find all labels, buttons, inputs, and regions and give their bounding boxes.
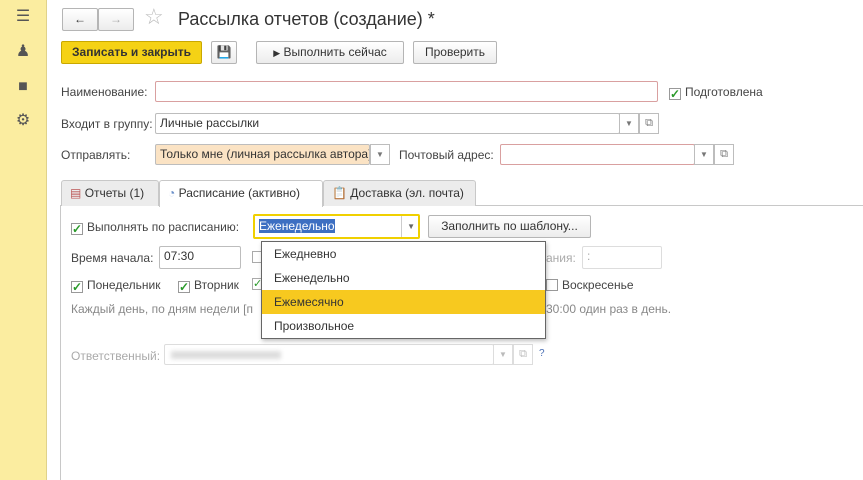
- sidebar: ☰ ♟ ■ ⚙: [0, 0, 47, 480]
- prepared-checkbox[interactable]: ✓ Подготовлена: [669, 85, 763, 100]
- checkbox-icon: [546, 279, 558, 291]
- tab-label: Доставка (эл. почта): [350, 186, 464, 200]
- tab-reports[interactable]: ▤ Отчеты (1): [61, 180, 159, 206]
- period-dropdown: Ежедневно Еженедельно Ежемесячно Произво…: [261, 241, 546, 339]
- schedule-summary: Каждый день, по дням недели [п: [71, 302, 253, 316]
- users-icon[interactable]: ♟: [14, 43, 32, 61]
- open-icon[interactable]: ⧉: [714, 144, 734, 165]
- run-schedule-label: Выполнять по расписанию:: [87, 220, 240, 234]
- run-schedule-checkbox[interactable]: ✓ Выполнять по расписанию:: [71, 220, 239, 235]
- floppy-icon: 💾: [216, 45, 232, 59]
- forward-button[interactable]: →: [98, 8, 134, 31]
- name-input[interactable]: [155, 81, 658, 102]
- tuesday-checkbox[interactable]: ✓ Вторник: [178, 278, 239, 293]
- check-icon: ✓: [178, 280, 190, 294]
- run-now-label: Выполнить сейчас: [283, 45, 387, 59]
- responsible-label: Ответственный:: [71, 349, 161, 363]
- prepared-label: Подготовлена: [685, 85, 763, 99]
- email-input[interactable]: [500, 144, 695, 165]
- dropdown-option[interactable]: Ежедневно: [262, 242, 545, 266]
- group-input[interactable]: Личные рассылки: [155, 113, 620, 134]
- end-label: ания:: [546, 251, 576, 265]
- play-icon: ▶: [273, 48, 281, 58]
- briefcase-icon[interactable]: ■: [14, 78, 32, 96]
- dropdown-option-highlighted[interactable]: Ежемесячно: [262, 290, 545, 314]
- day-label: Вторник: [194, 278, 239, 292]
- dropdown-option[interactable]: Еженедельно: [262, 266, 545, 290]
- back-button[interactable]: ←: [62, 8, 98, 31]
- group-label: Входит в группу:: [61, 117, 153, 131]
- chevron-down-icon[interactable]: ▼: [370, 144, 390, 165]
- chevron-down-icon[interactable]: ▼: [401, 216, 415, 237]
- open-icon[interactable]: ⧉: [513, 344, 533, 365]
- period-value: Еженедельно: [259, 219, 335, 233]
- period-select[interactable]: Еженедельно ▼: [253, 214, 420, 239]
- name-label: Наименование:: [61, 85, 148, 99]
- fill-template-button[interactable]: Заполнить по шаблону...: [428, 215, 591, 238]
- save-close-button[interactable]: Записать и закрыть: [61, 41, 202, 64]
- gear-icon[interactable]: ⚙: [14, 112, 32, 130]
- dropdown-option[interactable]: Произвольное: [262, 314, 545, 338]
- chevron-down-icon[interactable]: ▼: [619, 113, 639, 134]
- help-link[interactable]: ?: [539, 348, 545, 359]
- tab-schedule[interactable]: ◔ Расписание (активно): [159, 180, 323, 207]
- start-time-input[interactable]: 07:30: [159, 246, 241, 269]
- schedule-summary-tail: 30:00 один раз в день.: [546, 302, 672, 316]
- day-label: Понедельник: [87, 278, 161, 292]
- tab-label: Расписание (активно): [178, 186, 301, 200]
- check-icon: ✓: [71, 280, 83, 294]
- sunday-checkbox[interactable]: Воскресенье: [546, 278, 634, 292]
- open-icon[interactable]: ⧉: [639, 113, 659, 134]
- run-now-button[interactable]: ▶ Выполнить сейчас: [256, 41, 404, 64]
- clock-icon: ◔: [168, 186, 176, 200]
- tab-delivery[interactable]: 📋 Доставка (эл. почта): [323, 180, 476, 206]
- clipboard-icon: 📋: [332, 186, 347, 200]
- check-icon: ✓: [669, 87, 681, 101]
- check-button[interactable]: Проверить: [413, 41, 497, 64]
- day-label: Воскресенье: [562, 278, 634, 292]
- star-icon[interactable]: ☆: [144, 4, 164, 30]
- blurred-value: [171, 351, 281, 359]
- chevron-down-icon[interactable]: ▼: [493, 344, 513, 365]
- responsible-input[interactable]: [164, 344, 494, 365]
- check-icon: ✓: [71, 222, 83, 236]
- chevron-down-icon[interactable]: ▼: [694, 144, 714, 165]
- monday-checkbox[interactable]: ✓ Понедельник: [71, 278, 160, 293]
- end-time-input[interactable]: :: [582, 246, 662, 269]
- page-title: Рассылка отчетов (создание) *: [178, 9, 435, 29]
- send-input[interactable]: Только мне (личная рассылка автора): [155, 144, 370, 165]
- menu-icon[interactable]: ☰: [14, 8, 32, 26]
- email-label: Почтовый адрес:: [399, 148, 494, 162]
- start-label: Время начала:: [71, 251, 154, 265]
- send-label: Отправлять:: [61, 148, 131, 162]
- save-button[interactable]: 💾: [211, 41, 237, 64]
- tab-label: Отчеты (1): [84, 186, 145, 200]
- report-icon: ▤: [70, 186, 82, 200]
